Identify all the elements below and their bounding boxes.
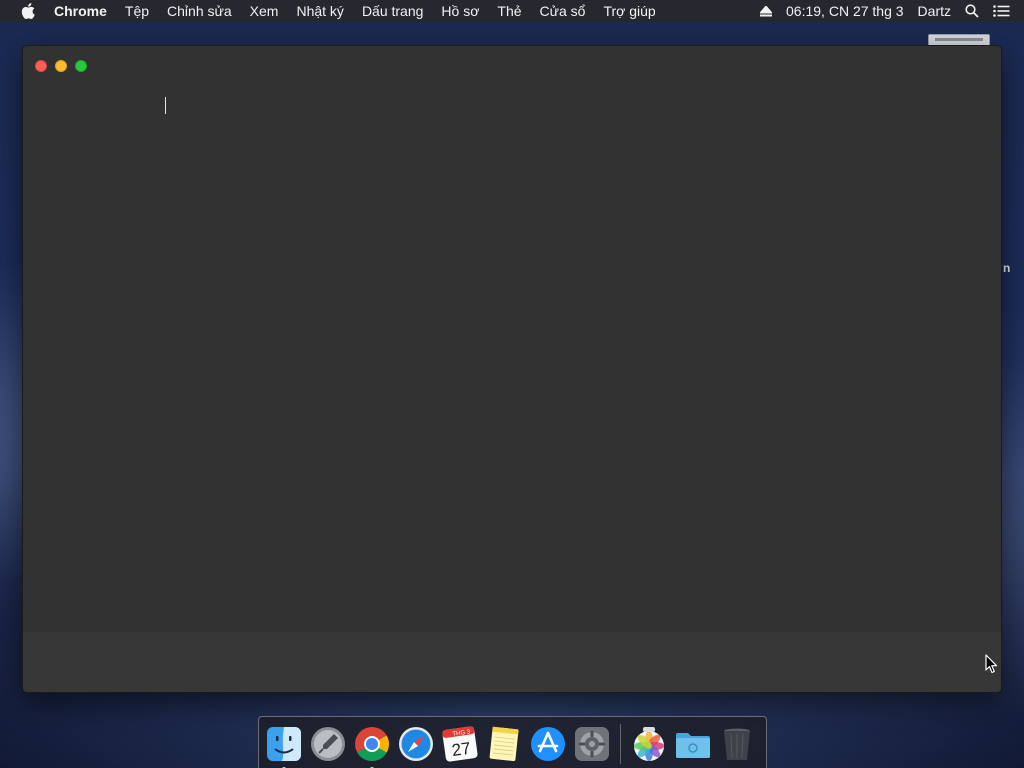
system-preferences-icon	[575, 727, 609, 761]
dock-chrome[interactable]	[352, 724, 392, 768]
calendar-day: 27	[451, 739, 472, 760]
dock-finder[interactable]	[264, 724, 304, 768]
desktop-file-label: n	[1003, 261, 1011, 275]
apple-icon	[21, 3, 35, 19]
menu-user[interactable]: Dartz	[918, 3, 951, 19]
notification-center-icon[interactable]	[993, 5, 1010, 17]
menu-profiles[interactable]: Hồ sơ	[441, 0, 479, 22]
menu-history[interactable]: Nhật ký	[296, 0, 343, 22]
photos-icon	[634, 727, 664, 761]
window-bottom-area	[23, 632, 1001, 692]
menu-bar: Chrome Tệp Chỉnh sửa Xem Nhật ký Dấu tra…	[0, 0, 1024, 22]
close-button[interactable]	[35, 60, 47, 72]
menu-tab[interactable]: Thẻ	[497, 0, 521, 22]
dock-calendar[interactable]: THG 3 27	[440, 724, 480, 764]
maximize-button[interactable]	[75, 60, 87, 72]
trash-icon	[724, 728, 750, 760]
mouse-pointer-icon	[985, 654, 998, 674]
dock-safari[interactable]	[396, 724, 436, 764]
dock-system-preferences[interactable]	[572, 724, 612, 764]
menu-extras: 06:19, CN 27 thg 3 Dartz	[760, 0, 1024, 22]
folder-icon	[676, 733, 710, 758]
safari-icon	[399, 727, 433, 761]
menu-clock[interactable]: 06:19, CN 27 thg 3	[786, 3, 904, 19]
dock: THG 3 27	[258, 716, 767, 768]
notes-icon	[489, 726, 519, 762]
menu-window[interactable]: Cửa sổ	[540, 0, 586, 22]
chrome-window[interactable]	[22, 45, 1002, 693]
eject-icon[interactable]	[760, 5, 773, 17]
menu-bookmarks[interactable]: Dấu trang	[362, 0, 423, 22]
dock-separator	[620, 724, 621, 764]
app-store-icon	[531, 727, 565, 761]
dock-trash[interactable]	[717, 724, 757, 764]
menu-view[interactable]: Xem	[250, 0, 279, 22]
minimize-button[interactable]	[55, 60, 67, 72]
menu-file[interactable]: Tệp	[125, 0, 149, 22]
dock-notes[interactable]	[484, 724, 524, 764]
launchpad-icon	[311, 727, 345, 761]
window-controls	[35, 60, 87, 72]
menu-app-name[interactable]: Chrome	[54, 0, 107, 22]
calendar-icon: THG 3 27	[442, 726, 478, 762]
spotlight-search-icon[interactable]	[965, 4, 979, 18]
menu-help[interactable]: Trợ giúp	[603, 0, 655, 22]
text-cursor	[165, 97, 166, 114]
dock-folder[interactable]	[673, 724, 713, 764]
dock-app-store[interactable]	[528, 724, 568, 764]
finder-icon	[267, 727, 301, 761]
dock-photos[interactable]	[629, 724, 669, 764]
dock-launchpad[interactable]	[308, 724, 348, 764]
chrome-icon	[355, 727, 389, 761]
apple-menu[interactable]	[14, 0, 42, 22]
menu-edit[interactable]: Chỉnh sửa	[167, 0, 232, 22]
